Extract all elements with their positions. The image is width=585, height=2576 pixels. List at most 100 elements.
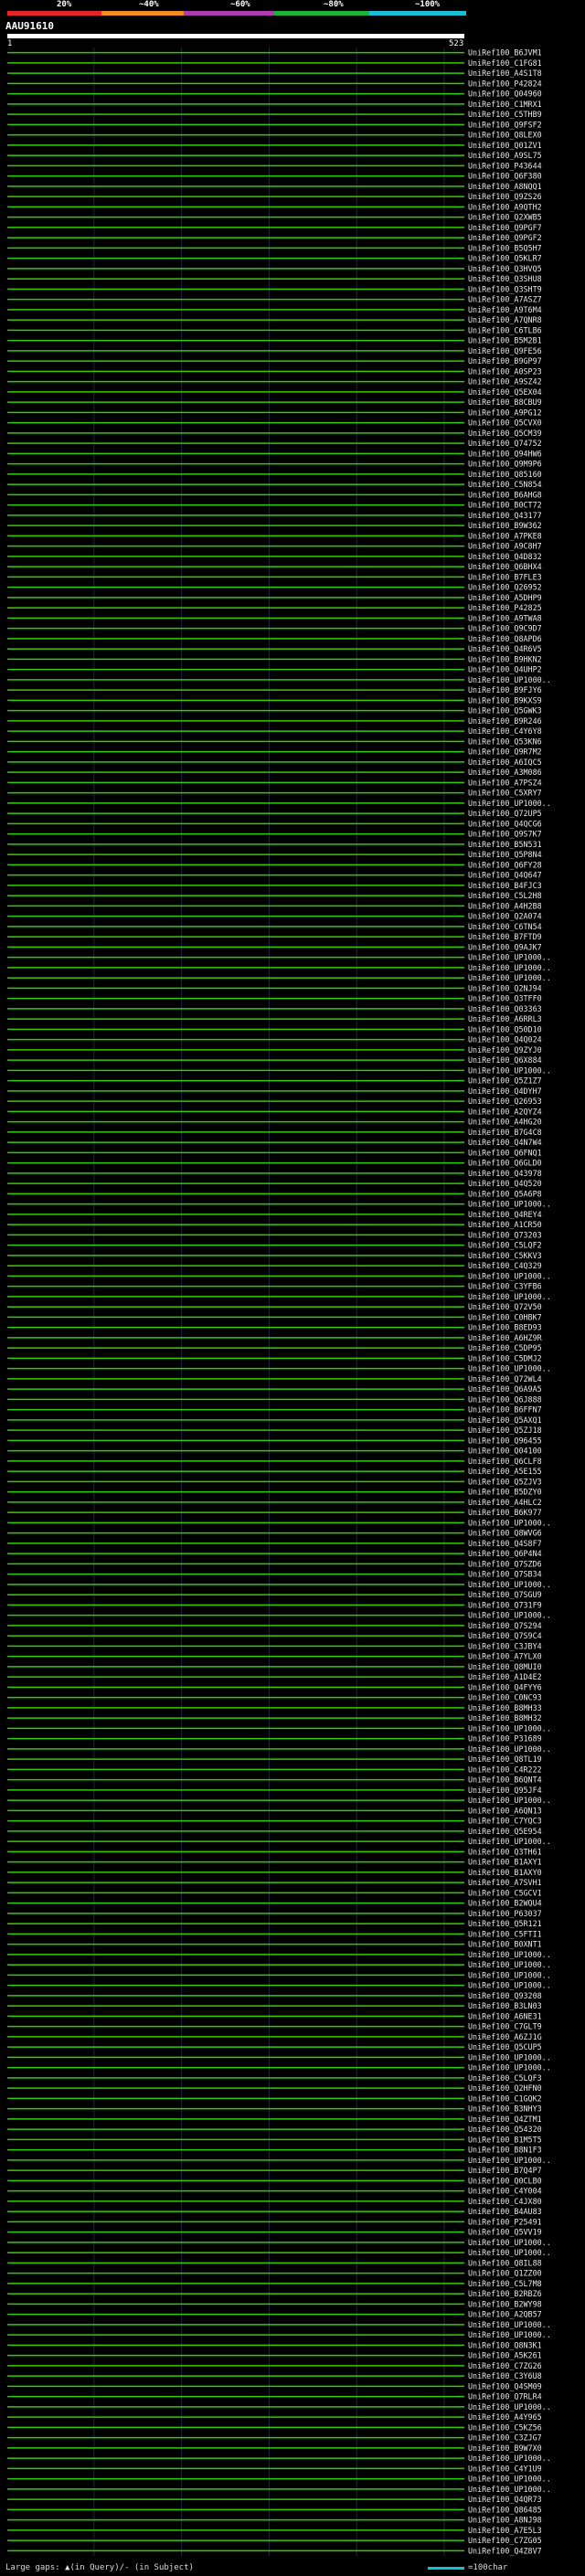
- hit-label[interactable]: UniRef100_B1AXY0: [468, 1868, 542, 1877]
- hit-label[interactable]: UniRef100_C1GQK2: [468, 2094, 542, 2103]
- hit-label[interactable]: UniRef100_Q26952: [468, 583, 542, 592]
- hit-label[interactable]: UniRef100_Q7RLR4: [468, 2392, 542, 2401]
- hit-label[interactable]: UniRef100_Q5A6P8: [468, 1189, 542, 1198]
- hit-label[interactable]: UniRef100_C5KZ56: [468, 2422, 542, 2432]
- hit-label[interactable]: UniRef100_B1M5T5: [468, 2135, 542, 2144]
- hit-label[interactable]: UniRef100_Q8WVG6: [468, 1529, 542, 1538]
- hit-label[interactable]: UniRef100_A6IQC5: [468, 758, 542, 767]
- hit-label[interactable]: UniRef100_A0SP23: [468, 366, 542, 376]
- hit-label[interactable]: UniRef100_B2RBZ6: [468, 2289, 542, 2298]
- hit-label[interactable]: UniRef100_A1D4E2: [468, 1672, 542, 1681]
- hit-label[interactable]: UniRef100_Q6J888: [468, 1394, 542, 1404]
- hit-label[interactable]: UniRef100_A7PSZ4: [468, 778, 542, 787]
- hit-label[interactable]: UniRef100_UP1000..: [468, 1970, 551, 1979]
- hit-label[interactable]: UniRef100_A3M086: [468, 768, 542, 777]
- hit-label[interactable]: UniRef100_C5KKV3: [468, 1251, 542, 1260]
- hit-label[interactable]: UniRef100_A6NE31: [468, 2011, 542, 2020]
- hit-label[interactable]: UniRef100_UP1000..: [468, 1981, 551, 1990]
- hit-label[interactable]: UniRef100_Q9PGF2: [468, 233, 542, 242]
- hit-label[interactable]: UniRef100_C3YFB6: [468, 1282, 542, 1291]
- hit-label[interactable]: UniRef100_Q4UHP2: [468, 665, 542, 674]
- hit-label[interactable]: UniRef100_Q4Q647: [468, 871, 542, 880]
- hit-label[interactable]: UniRef100_Q3TH61: [468, 1847, 542, 1856]
- hit-label[interactable]: UniRef100_Q7SGU9: [468, 1590, 542, 1599]
- hit-label[interactable]: UniRef100_B9W7X0: [468, 2443, 542, 2453]
- hit-label[interactable]: UniRef100_Q5GWK3: [468, 706, 542, 716]
- hit-label[interactable]: UniRef100_Q9ZYJ0: [468, 1045, 542, 1055]
- hit-label[interactable]: UniRef100_Q8TL19: [468, 1754, 542, 1764]
- hit-label[interactable]: UniRef100_Q54320: [468, 2125, 542, 2134]
- hit-label[interactable]: UniRef100_UP1000..: [468, 2402, 551, 2412]
- hit-label[interactable]: UniRef100_B9FJY6: [468, 685, 542, 694]
- hit-label[interactable]: UniRef100_C4Y004: [468, 2187, 542, 2196]
- hit-label[interactable]: UniRef100_A6HZ9R: [468, 1333, 543, 1342]
- hit-label[interactable]: UniRef100_Q2HFN0: [468, 2083, 542, 2093]
- hit-label[interactable]: UniRef100_A6QN13: [468, 1806, 542, 1815]
- hit-label[interactable]: UniRef100_B8CBU9: [468, 398, 542, 407]
- hit-label[interactable]: UniRef100_Q9R7M2: [468, 747, 542, 757]
- hit-label[interactable]: UniRef100_Q93208: [468, 1991, 542, 2000]
- hit-label[interactable]: UniRef100_B8N1F3: [468, 2146, 542, 2155]
- hit-label[interactable]: UniRef100_C7GLT9: [468, 2022, 542, 2031]
- hit-label[interactable]: UniRef100_Q43978: [468, 1169, 542, 1178]
- hit-label[interactable]: UniRef100_Q9FE56: [468, 346, 542, 355]
- hit-label[interactable]: UniRef100_Q4Z8V7: [468, 2546, 542, 2555]
- hit-label[interactable]: UniRef100_Q26953: [468, 1097, 542, 1106]
- hit-label[interactable]: UniRef100_Q94HW6: [468, 449, 542, 458]
- hit-label[interactable]: UniRef100_A7ASZ7: [468, 295, 542, 304]
- hit-label[interactable]: UniRef100_A9SZ42: [468, 377, 542, 387]
- hit-label[interactable]: UniRef100_Q50D10: [468, 1024, 542, 1034]
- hit-label[interactable]: UniRef100_A5K261: [468, 2351, 542, 2360]
- hit-label[interactable]: UniRef100_B3LN03: [468, 2001, 542, 2010]
- hit-label[interactable]: UniRef100_C5FTI1: [468, 1929, 542, 1938]
- hit-label[interactable]: UniRef100_A9TWA8: [468, 613, 542, 622]
- hit-label[interactable]: UniRef100_UP1000..: [468, 1950, 551, 1959]
- hit-label[interactable]: UniRef100_UP1000..: [468, 2063, 551, 2072]
- hit-label[interactable]: UniRef100_A4HG20: [468, 1118, 542, 1127]
- hit-label[interactable]: UniRef100_Q5P8N4: [468, 850, 542, 859]
- hit-label[interactable]: UniRef100_Q72WL4: [468, 1374, 542, 1383]
- hit-label[interactable]: UniRef100_B0XNT1: [468, 1940, 542, 1949]
- hit-label[interactable]: UniRef100_Q95JF4: [468, 1786, 542, 1795]
- hit-label[interactable]: UniRef100_UP1000..: [468, 1580, 551, 1589]
- hit-label[interactable]: UniRef100_C5DMJ2: [468, 1353, 542, 1362]
- hit-label[interactable]: UniRef100_A9T6M4: [468, 305, 542, 314]
- hit-label[interactable]: UniRef100_C5LQF3: [468, 2073, 542, 2083]
- hit-label[interactable]: UniRef100_Q8LEX0: [468, 131, 542, 140]
- hit-label[interactable]: UniRef100_Q6A9A5: [468, 1384, 542, 1394]
- hit-label[interactable]: UniRef100_B6FFN7: [468, 1405, 542, 1415]
- hit-label[interactable]: UniRef100_C4Y1U9: [468, 2464, 542, 2473]
- hit-label[interactable]: UniRef100_UP1000..: [468, 963, 551, 972]
- hit-label[interactable]: UniRef100_B7FTD9: [468, 932, 542, 941]
- hit-label[interactable]: UniRef100_Q7SZD6: [468, 1559, 542, 1568]
- hit-label[interactable]: UniRef100_Q96455: [468, 1436, 542, 1445]
- hit-label[interactable]: UniRef100_UP1000..: [468, 2248, 551, 2257]
- hit-label[interactable]: UniRef100_B0CT72: [468, 501, 542, 510]
- hit-label[interactable]: UniRef100_A7SVH1: [468, 1878, 542, 1887]
- hit-label[interactable]: UniRef100_Q5ZJV3: [468, 1477, 542, 1486]
- hit-label[interactable]: UniRef100_C7ZG05: [468, 2536, 542, 2545]
- hit-label[interactable]: UniRef100_UP1000..: [468, 2454, 551, 2463]
- hit-label[interactable]: UniRef100_B2WQU4: [468, 1899, 542, 1908]
- hit-label[interactable]: UniRef100_Q72V50: [468, 1302, 542, 1311]
- hit-label[interactable]: UniRef100_A8NQQ1: [468, 182, 542, 191]
- hit-label[interactable]: UniRef100_A7QNR8: [468, 315, 542, 324]
- hit-label[interactable]: UniRef100_A7E5L3: [468, 2526, 542, 2535]
- hit-label[interactable]: UniRef100_A4HLC2: [468, 1498, 542, 1507]
- hit-label[interactable]: UniRef100_Q4REY4: [468, 1210, 542, 1219]
- hit-label[interactable]: UniRef100_Q3SHU8: [468, 274, 542, 283]
- hit-label[interactable]: UniRef100_Q7S294: [468, 1621, 542, 1630]
- hit-label[interactable]: UniRef100_C3ZJG7: [468, 2433, 542, 2443]
- hit-label[interactable]: UniRef100_Q4Q024: [468, 1035, 542, 1044]
- hit-label[interactable]: UniRef100_UP1000..: [468, 973, 551, 982]
- hit-label[interactable]: UniRef100_C4JX80: [468, 2197, 542, 2206]
- hit-label[interactable]: UniRef100_Q4QR73: [468, 2495, 542, 2504]
- hit-label[interactable]: UniRef100_Q4FYY6: [468, 1682, 542, 1691]
- hit-label[interactable]: UniRef100_Q9S7K7: [468, 830, 542, 839]
- hit-label[interactable]: UniRef100_Q74752: [468, 439, 542, 448]
- hit-label[interactable]: UniRef100_Q9AJK7: [468, 942, 542, 951]
- hit-label[interactable]: UniRef100_Q9M9P6: [468, 460, 542, 469]
- hit-label[interactable]: UniRef100_UP1000..: [468, 1723, 551, 1733]
- hit-label[interactable]: UniRef100_B8MH33: [468, 1703, 542, 1712]
- hit-label[interactable]: UniRef100_UP1000..: [468, 2156, 551, 2165]
